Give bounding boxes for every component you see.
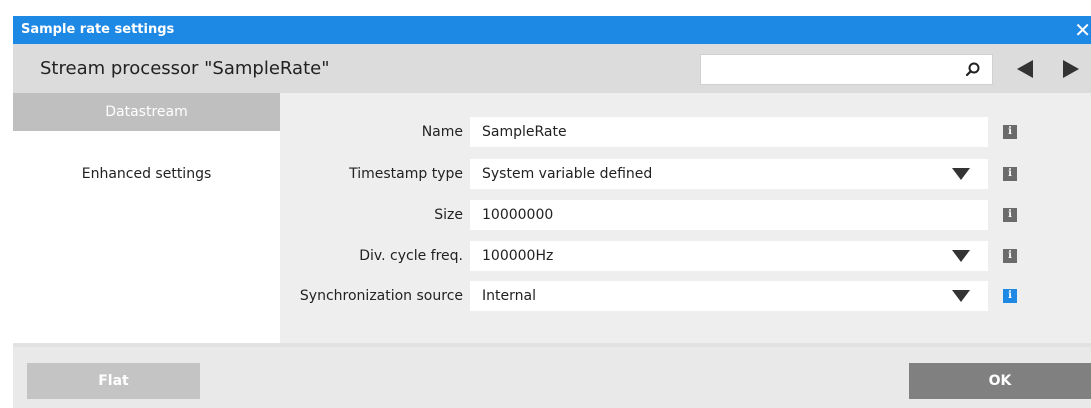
window-title: Sample rate settings bbox=[21, 22, 175, 37]
field-label: Div. cycle freq. bbox=[359, 248, 463, 264]
field-value: 10000000 bbox=[482, 207, 554, 223]
form-row-div-cycle-freq: Div. cycle freq. 100000Hz i bbox=[280, 241, 1091, 271]
field-label: Name bbox=[421, 124, 463, 140]
info-glyph: i bbox=[1008, 168, 1012, 179]
sidebar-item-label: Datastream bbox=[105, 104, 188, 120]
synchronization-source-dropdown[interactable]: Internal bbox=[470, 281, 988, 311]
dropdown-arrow-icon[interactable] bbox=[952, 250, 970, 262]
dropdown-arrow-icon[interactable] bbox=[952, 168, 970, 180]
name-field[interactable]: SampleRate bbox=[470, 117, 988, 147]
settings-form: Name SampleRate i Timestamp type System … bbox=[280, 93, 1091, 343]
form-row-size: Size 10000000 i bbox=[280, 200, 1091, 230]
info-icon[interactable]: i bbox=[1003, 249, 1017, 263]
field-label: Size bbox=[434, 207, 463, 223]
timestamp-type-dropdown[interactable]: System variable defined bbox=[470, 159, 988, 189]
close-icon[interactable]: ✕ bbox=[1067, 16, 1091, 44]
info-glyph: i bbox=[1008, 209, 1012, 220]
field-value: System variable defined bbox=[482, 166, 653, 182]
dropdown-arrow-icon[interactable] bbox=[952, 290, 970, 302]
sidebar-item-label: Enhanced settings bbox=[81, 166, 212, 182]
form-row-name: Name SampleRate i bbox=[280, 117, 1091, 147]
size-field[interactable]: 10000000 bbox=[470, 200, 988, 230]
info-icon[interactable]: i bbox=[1003, 289, 1017, 303]
flat-button[interactable]: Flat bbox=[27, 363, 200, 399]
field-label: Timestamp type bbox=[349, 166, 463, 182]
search-box[interactable] bbox=[700, 54, 993, 85]
ok-button[interactable]: OK bbox=[909, 363, 1091, 399]
form-row-timestamp-type: Timestamp type System variable defined i bbox=[280, 159, 1091, 189]
info-glyph: i bbox=[1008, 290, 1012, 301]
sidebar-item-enhanced-settings[interactable]: Enhanced settings bbox=[13, 155, 280, 193]
arrow-right-icon[interactable] bbox=[1059, 57, 1083, 81]
info-glyph: i bbox=[1008, 250, 1012, 261]
footer: Flat OK bbox=[13, 347, 1091, 408]
sidebar-item-datastream[interactable]: Datastream bbox=[13, 93, 280, 131]
form-row-synchronization-source: Synchronization source Internal i bbox=[280, 281, 1091, 311]
info-icon[interactable]: i bbox=[1003, 167, 1017, 181]
div-cycle-freq-dropdown[interactable]: 100000Hz bbox=[470, 241, 988, 271]
search-input[interactable] bbox=[705, 57, 949, 84]
page-title: Stream processor "SampleRate" bbox=[40, 58, 330, 79]
info-icon[interactable]: i bbox=[1003, 208, 1017, 222]
arrow-left-icon[interactable] bbox=[1013, 57, 1037, 81]
title-bar: Sample rate settings ✕ bbox=[13, 16, 1091, 44]
field-value: Internal bbox=[482, 288, 536, 304]
field-value: 100000Hz bbox=[482, 248, 554, 264]
info-glyph: i bbox=[1008, 126, 1012, 137]
field-value: SampleRate bbox=[482, 124, 567, 140]
search-icon[interactable] bbox=[964, 61, 982, 79]
sample-rate-dialog: Sample rate settings ✕ Stream processor … bbox=[0, 0, 1091, 408]
header-bar: Stream processor "SampleRate" bbox=[13, 44, 1091, 93]
field-label: Synchronization source bbox=[299, 288, 463, 304]
info-icon[interactable]: i bbox=[1003, 125, 1017, 139]
sidebar: Datastream Enhanced settings bbox=[13, 93, 280, 343]
